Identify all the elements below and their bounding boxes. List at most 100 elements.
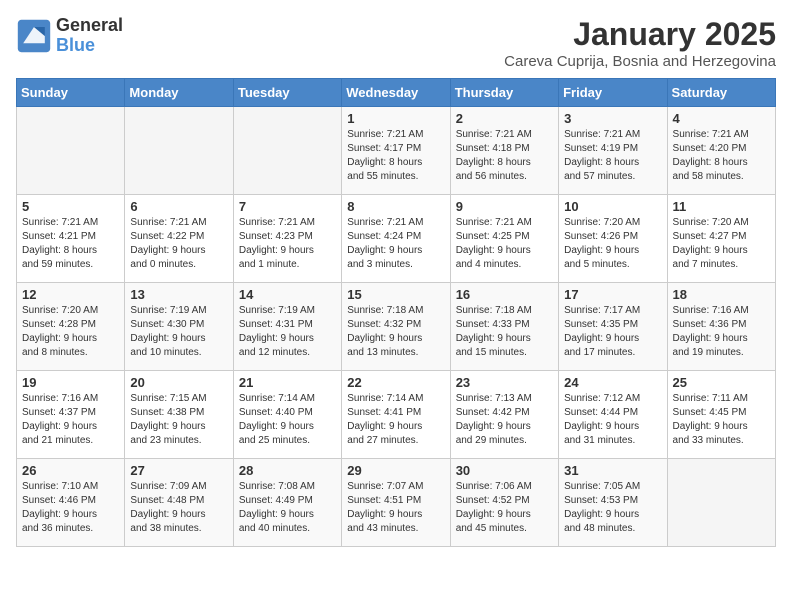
calendar-cell: 1 Sunrise: 7:21 AM Sunset: 4:17 PM Daylig… <box>342 107 450 195</box>
day-number: 22 <box>347 375 444 390</box>
logo-icon <box>16 18 52 54</box>
day-info: Sunrise: 7:19 AM Sunset: 4:31 PM Dayligh… <box>239 304 336 360</box>
day-info: Sunrise: 7:14 AM Sunset: 4:41 PM Dayligh… <box>347 392 444 448</box>
day-number: 11 <box>673 199 770 214</box>
calendar-table: SundayMondayTuesdayWednesdayThursdayFrid… <box>16 78 776 547</box>
day-info: Sunrise: 7:16 AM Sunset: 4:37 PM Dayligh… <box>22 392 119 448</box>
day-number: 25 <box>673 375 770 390</box>
day-number: 14 <box>239 287 336 302</box>
day-info: Sunrise: 7:21 AM Sunset: 4:18 PM Dayligh… <box>456 128 553 184</box>
weekday-header-monday: Monday <box>125 79 233 107</box>
day-number: 29 <box>347 463 444 478</box>
logo-general-text: General <box>56 16 123 36</box>
calendar-cell: 16Sunrise: 7:18 AM Sunset: 4:33 PM Dayli… <box>450 283 558 371</box>
calendar-cell: 9 Sunrise: 7:21 AM Sunset: 4:25 PM Daylig… <box>450 195 558 283</box>
day-number: 2 <box>456 111 553 126</box>
day-info: Sunrise: 7:21 AM Sunset: 4:22 PM Dayligh… <box>130 216 227 272</box>
weekday-header-wednesday: Wednesday <box>342 79 450 107</box>
calendar-cell: 5Sunrise: 7:21 AM Sunset: 4:21 PM Daylig… <box>17 195 125 283</box>
weekday-header-tuesday: Tuesday <box>233 79 341 107</box>
calendar-cell: 14 Sunrise: 7:19 AM Sunset: 4:31 PM Dayli… <box>233 283 341 371</box>
title-section: January 2025 Careva Cuprija, Bosnia and … <box>504 16 776 70</box>
day-number: 20 <box>130 375 227 390</box>
day-info: Sunrise: 7:11 AM Sunset: 4:45 PM Dayligh… <box>673 392 770 448</box>
calendar-cell: 12 Sunrise: 7:20 AM Sunset: 4:28 PM Dayli… <box>17 283 125 371</box>
calendar-cell: 6 Sunrise: 7:21 AM Sunset: 4:22 PM Daylig… <box>125 195 233 283</box>
day-number: 8 <box>347 199 444 214</box>
calendar-cell: 18Sunrise: 7:16 AM Sunset: 4:36 PM Dayli… <box>667 283 775 371</box>
day-number: 7 <box>239 199 336 214</box>
calendar-cell <box>125 107 233 195</box>
day-number: 17 <box>564 287 661 302</box>
weekday-header-saturday: Saturday <box>667 79 775 107</box>
calendar-week-row: 12 Sunrise: 7:20 AM Sunset: 4:28 PM Dayli… <box>17 283 776 371</box>
day-number: 1 <box>347 111 444 126</box>
weekday-header-thursday: Thursday <box>450 79 558 107</box>
calendar-cell: 15Sunrise: 7:18 AM Sunset: 4:32 PM Dayli… <box>342 283 450 371</box>
day-info: Sunrise: 7:21 AM Sunset: 4:25 PM Dayligh… <box>456 216 553 272</box>
calendar-cell: 11 Sunrise: 7:20 AM Sunset: 4:27 PM Dayli… <box>667 195 775 283</box>
calendar-cell: 22 Sunrise: 7:14 AM Sunset: 4:41 PM Dayli… <box>342 371 450 459</box>
day-number: 31 <box>564 463 661 478</box>
calendar-cell: 27 Sunrise: 7:09 AM Sunset: 4:48 PM Dayli… <box>125 459 233 547</box>
calendar-cell: 24 Sunrise: 7:12 AM Sunset: 4:44 PM Dayli… <box>559 371 667 459</box>
calendar-cell: 17Sunrise: 7:17 AM Sunset: 4:35 PM Dayli… <box>559 283 667 371</box>
day-number: 24 <box>564 375 661 390</box>
day-info: Sunrise: 7:09 AM Sunset: 4:48 PM Dayligh… <box>130 480 227 536</box>
day-info: Sunrise: 7:20 AM Sunset: 4:27 PM Dayligh… <box>673 216 770 272</box>
day-info: Sunrise: 7:14 AM Sunset: 4:40 PM Dayligh… <box>239 392 336 448</box>
calendar-cell: 28Sunrise: 7:08 AM Sunset: 4:49 PM Dayli… <box>233 459 341 547</box>
calendar-cell: 30 Sunrise: 7:06 AM Sunset: 4:52 PM Dayli… <box>450 459 558 547</box>
day-info: Sunrise: 7:21 AM Sunset: 4:23 PM Dayligh… <box>239 216 336 272</box>
day-info: Sunrise: 7:20 AM Sunset: 4:28 PM Dayligh… <box>22 304 119 360</box>
calendar-cell <box>17 107 125 195</box>
calendar-cell: 26 Sunrise: 7:10 AM Sunset: 4:46 PM Dayli… <box>17 459 125 547</box>
day-number: 10 <box>564 199 661 214</box>
day-info: Sunrise: 7:21 AM Sunset: 4:24 PM Dayligh… <box>347 216 444 272</box>
day-info: Sunrise: 7:21 AM Sunset: 4:19 PM Dayligh… <box>564 128 661 184</box>
day-number: 26 <box>22 463 119 478</box>
calendar-cell: 4 Sunrise: 7:21 AM Sunset: 4:20 PM Daylig… <box>667 107 775 195</box>
day-info: Sunrise: 7:15 AM Sunset: 4:38 PM Dayligh… <box>130 392 227 448</box>
day-number: 27 <box>130 463 227 478</box>
day-info: Sunrise: 7:20 AM Sunset: 4:26 PM Dayligh… <box>564 216 661 272</box>
weekday-header-row: SundayMondayTuesdayWednesdayThursdayFrid… <box>17 79 776 107</box>
logo: General Blue <box>16 16 123 56</box>
calendar-cell: 25 Sunrise: 7:11 AM Sunset: 4:45 PM Dayli… <box>667 371 775 459</box>
day-number: 23 <box>456 375 553 390</box>
day-number: 6 <box>130 199 227 214</box>
calendar-cell: 29 Sunrise: 7:07 AM Sunset: 4:51 PM Dayli… <box>342 459 450 547</box>
calendar-cell: 10 Sunrise: 7:20 AM Sunset: 4:26 PM Dayli… <box>559 195 667 283</box>
day-info: Sunrise: 7:10 AM Sunset: 4:46 PM Dayligh… <box>22 480 119 536</box>
calendar-cell: 31Sunrise: 7:05 AM Sunset: 4:53 PM Dayli… <box>559 459 667 547</box>
calendar-week-row: 19 Sunrise: 7:16 AM Sunset: 4:37 PM Dayli… <box>17 371 776 459</box>
day-number: 12 <box>22 287 119 302</box>
day-info: Sunrise: 7:16 AM Sunset: 4:36 PM Dayligh… <box>673 304 770 360</box>
day-info: Sunrise: 7:06 AM Sunset: 4:52 PM Dayligh… <box>456 480 553 536</box>
day-number: 28 <box>239 463 336 478</box>
calendar-cell: 7 Sunrise: 7:21 AM Sunset: 4:23 PM Daylig… <box>233 195 341 283</box>
page-header: General Blue January 2025 Careva Cuprija… <box>16 16 776 70</box>
month-title: January 2025 <box>504 16 776 53</box>
calendar-cell: 2 Sunrise: 7:21 AM Sunset: 4:18 PM Daylig… <box>450 107 558 195</box>
day-info: Sunrise: 7:19 AM Sunset: 4:30 PM Dayligh… <box>130 304 227 360</box>
day-info: Sunrise: 7:13 AM Sunset: 4:42 PM Dayligh… <box>456 392 553 448</box>
day-info: Sunrise: 7:21 AM Sunset: 4:21 PM Dayligh… <box>22 216 119 272</box>
day-number: 19 <box>22 375 119 390</box>
day-info: Sunrise: 7:21 AM Sunset: 4:20 PM Dayligh… <box>673 128 770 184</box>
day-info: Sunrise: 7:21 AM Sunset: 4:17 PM Dayligh… <box>347 128 444 184</box>
day-info: Sunrise: 7:12 AM Sunset: 4:44 PM Dayligh… <box>564 392 661 448</box>
day-number: 3 <box>564 111 661 126</box>
calendar-cell: 3 Sunrise: 7:21 AM Sunset: 4:19 PM Daylig… <box>559 107 667 195</box>
calendar-cell: 8 Sunrise: 7:21 AM Sunset: 4:24 PM Daylig… <box>342 195 450 283</box>
calendar-cell: 23 Sunrise: 7:13 AM Sunset: 4:42 PM Dayli… <box>450 371 558 459</box>
day-number: 9 <box>456 199 553 214</box>
calendar-cell: 20 Sunrise: 7:15 AM Sunset: 4:38 PM Dayli… <box>125 371 233 459</box>
day-number: 15 <box>347 287 444 302</box>
day-number: 30 <box>456 463 553 478</box>
day-info: Sunrise: 7:07 AM Sunset: 4:51 PM Dayligh… <box>347 480 444 536</box>
calendar-cell: 13 Sunrise: 7:19 AM Sunset: 4:30 PM Dayli… <box>125 283 233 371</box>
calendar-cell: 19 Sunrise: 7:16 AM Sunset: 4:37 PM Dayli… <box>17 371 125 459</box>
day-number: 4 <box>673 111 770 126</box>
day-number: 13 <box>130 287 227 302</box>
